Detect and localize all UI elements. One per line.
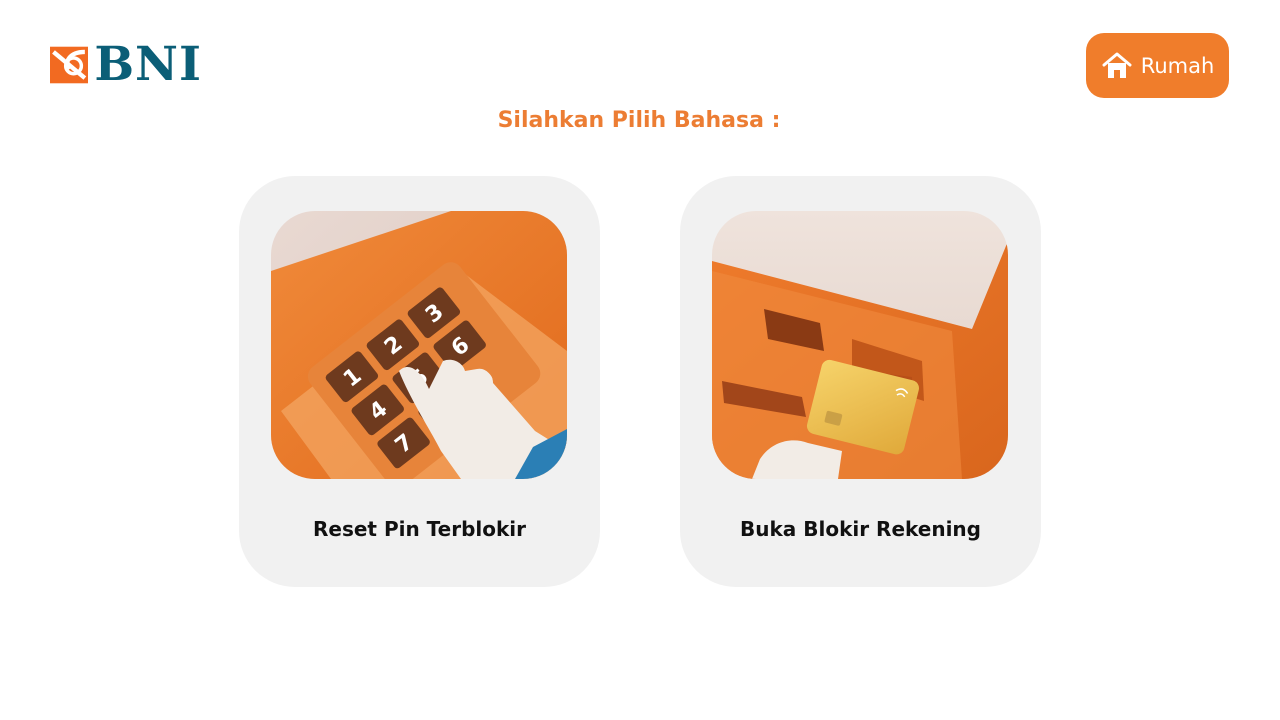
- bni-logo-mark-icon: [50, 46, 89, 84]
- home-icon: [1102, 52, 1132, 78]
- home-label: Rumah: [1140, 53, 1215, 78]
- option-card-reset-pin[interactable]: 3 6 9 2 5 1 4 7 Reset Pin Terblokir: [239, 176, 600, 587]
- keypad-image: 3 6 9 2 5 1 4 7: [271, 211, 567, 479]
- option-label-unblock-account: Buka Blokir Rekening: [739, 517, 981, 541]
- option-label-reset-pin: Reset Pin Terblokir: [312, 517, 527, 541]
- page-prompt: Silahkan Pilih Bahasa :: [497, 108, 781, 133]
- option-card-unblock-account[interactable]: Buka Blokir Rekening: [680, 176, 1041, 587]
- bni-logo: BNI: [50, 37, 202, 92]
- logo-text: BNI: [94, 37, 202, 92]
- home-button[interactable]: Rumah: [1086, 33, 1229, 98]
- card-slot-image: [712, 211, 1008, 479]
- page: BNI Rumah Silahkan Pilih Bahasa : 3 6 2 …: [0, 0, 1280, 720]
